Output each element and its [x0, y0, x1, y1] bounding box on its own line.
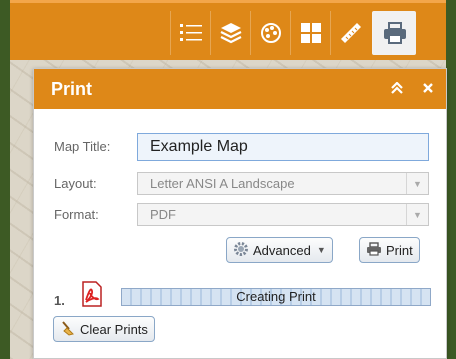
chevron-down-icon: ▼ — [316, 245, 326, 255]
print-job-number: 1. — [54, 293, 65, 308]
close-icon[interactable] — [422, 81, 434, 98]
layout-select-value: Letter ANSI A Landscape — [150, 176, 295, 191]
basemap-gallery-button[interactable] — [290, 11, 330, 55]
advanced-button[interactable]: Advanced ▼ — [226, 237, 333, 263]
layers-icon — [219, 21, 243, 45]
basemap-palette-button[interactable] — [250, 11, 290, 55]
chevron-down-icon: ▼ — [406, 173, 428, 194]
layout-label: Layout: — [54, 176, 97, 191]
basemap-gallery-icon — [300, 22, 322, 44]
panel-header: Print — [34, 69, 446, 109]
printer-icon — [366, 241, 386, 259]
panel-title: Print — [51, 78, 93, 99]
legend-icon — [179, 22, 203, 44]
print-icon — [382, 21, 408, 45]
clear-prints-label: Clear Prints — [80, 321, 148, 337]
measure-ruler-icon — [338, 20, 364, 46]
pdf-icon — [81, 281, 103, 312]
print-job-progress: Creating Print — [121, 288, 431, 306]
advanced-button-label: Advanced — [253, 242, 311, 258]
layout-select[interactable]: Letter ANSI A Landscape ▼ — [137, 172, 429, 195]
chevron-down-icon: ▼ — [406, 204, 428, 225]
layers-button[interactable] — [210, 11, 250, 55]
basemap-palette-icon — [259, 21, 283, 45]
widget-toolbar — [10, 0, 446, 60]
format-select-value: PDF — [150, 207, 176, 222]
map-title-label: Map Title: — [54, 139, 111, 154]
print-panel: Print Map Title: Layout: Letter ANSI A L… — [33, 68, 447, 359]
format-label: Format: — [54, 207, 99, 222]
print-tool-button[interactable] — [372, 11, 416, 55]
clear-prints-button[interactable]: Clear Prints — [53, 316, 155, 342]
broom-icon — [60, 320, 80, 339]
print-button-label: Print — [386, 242, 413, 258]
double-chevron-up-icon[interactable] — [390, 80, 404, 98]
map-title-input[interactable] — [137, 133, 429, 161]
gear-icon — [233, 241, 253, 260]
format-select[interactable]: PDF ▼ — [137, 203, 429, 226]
measure-button[interactable] — [330, 11, 370, 55]
print-button[interactable]: Print — [359, 237, 420, 263]
legend-button[interactable] — [170, 11, 210, 55]
